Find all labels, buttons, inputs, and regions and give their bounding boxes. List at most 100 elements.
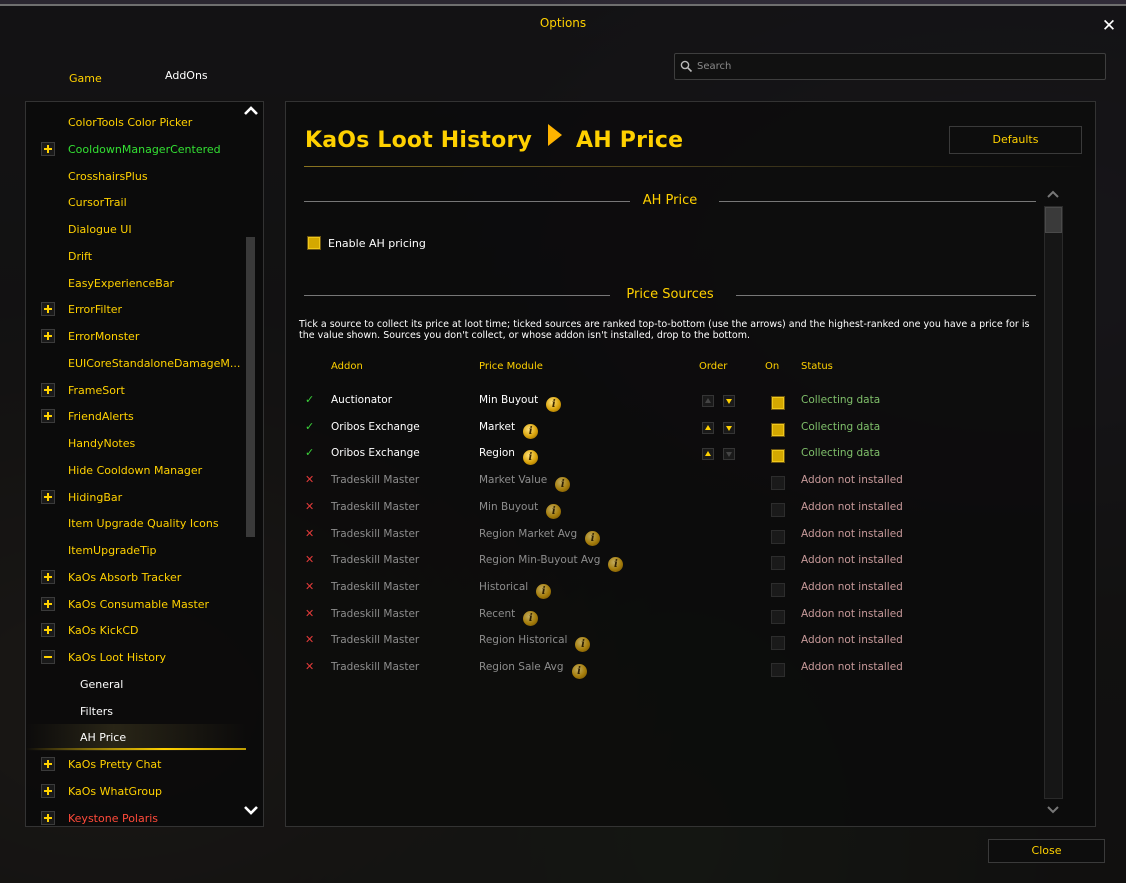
sidebar-item[interactable]: CursorTrail <box>26 189 246 216</box>
info-icon[interactable]: i <box>575 637 591 653</box>
sidebar-item[interactable]: ColorTools Color Picker <box>26 109 246 136</box>
enable-ah-pricing-checkbox[interactable] <box>307 236 321 250</box>
expand-plus-icon[interactable] <box>41 569 55 584</box>
collapse-minus-icon[interactable] <box>41 650 55 664</box>
info-icon[interactable]: i <box>522 450 538 466</box>
price-module-label: Region Historical <box>479 634 568 647</box>
tab-addons[interactable]: AddOns <box>165 69 208 82</box>
info-icon[interactable]: i <box>546 503 562 519</box>
source-enabled-checkbox[interactable] <box>771 422 785 437</box>
sidebar-scrollbar[interactable] <box>246 237 255 537</box>
sidebar-item[interactable]: EUICoreStandaloneDamageM... <box>26 350 246 377</box>
sidebar-item-label: ItemUpgradeTip <box>68 544 157 557</box>
source-enabled-checkbox[interactable] <box>771 556 785 571</box>
expand-plus-icon[interactable] <box>41 409 55 424</box>
sidebar-item[interactable]: General <box>26 671 246 698</box>
panel-scrollbar[interactable] <box>1044 206 1063 799</box>
sidebar-item[interactable]: CrosshairsPlus <box>26 163 246 190</box>
move-down-button[interactable] <box>723 421 735 434</box>
expand-plus-icon[interactable] <box>41 757 55 771</box>
expand-plus-icon[interactable] <box>41 596 55 611</box>
info-icon[interactable]: i <box>555 477 571 493</box>
search-input[interactable] <box>697 56 1097 77</box>
expand-plus-icon[interactable] <box>41 623 55 638</box>
sidebar-item[interactable]: KaOs WhatGroup <box>26 778 246 805</box>
sidebar-item[interactable]: ItemUpgradeTip <box>26 537 246 564</box>
source-enabled-checkbox[interactable] <box>771 396 785 410</box>
sidebar-item[interactable]: Filters <box>26 698 246 725</box>
source-enabled-checkbox[interactable] <box>771 582 785 597</box>
status-text: Collecting data <box>801 447 881 460</box>
sidebar-item[interactable]: FriendAlerts <box>26 403 246 430</box>
move-up-button[interactable] <box>702 395 714 407</box>
sidebar-item[interactable]: ErrorFilter <box>26 296 246 323</box>
info-icon[interactable]: i <box>546 397 562 412</box>
source-enabled-checkbox[interactable] <box>771 663 785 677</box>
source-enabled-checkbox[interactable] <box>771 449 785 464</box>
expand-plus-icon[interactable] <box>41 783 55 798</box>
sidebar-item[interactable]: KaOs Loot History <box>26 644 246 671</box>
source-enabled-checkbox[interactable] <box>771 476 785 491</box>
sidebar-item[interactable]: Item Upgrade Quality Icons <box>26 510 246 537</box>
search-box[interactable] <box>674 53 1106 80</box>
sidebar-item-label: General <box>80 677 124 691</box>
chevron-down-icon[interactable] <box>242 802 260 818</box>
sidebar-item-label: ColorTools Color Picker <box>68 116 193 129</box>
defaults-button[interactable]: Defaults <box>949 126 1082 154</box>
move-down-button[interactable] <box>723 448 735 461</box>
price-module: Historical i <box>479 581 552 599</box>
chevron-down-icon[interactable] <box>1044 802 1062 816</box>
addon-list-sidebar: ColorTools Color Picker CooldownManagerCe… <box>25 101 264 827</box>
source-enabled-checkbox[interactable] <box>771 502 785 517</box>
info-icon[interactable]: i <box>585 530 601 546</box>
move-down-button[interactable] <box>723 395 735 407</box>
sidebar-item[interactable]: CooldownManagerCentered <box>26 136 246 163</box>
sidebar-item[interactable]: AH Price <box>26 724 246 751</box>
source-enabled-checkbox[interactable] <box>771 529 785 544</box>
sidebar-item[interactable]: Hide Cooldown Manager <box>26 457 246 484</box>
move-up-button[interactable] <box>702 421 714 434</box>
info-icon[interactable]: i <box>523 610 539 626</box>
price-module: Market i <box>479 421 539 439</box>
info-icon[interactable]: i <box>608 557 624 573</box>
sidebar-item-label: FriendAlerts <box>68 410 134 424</box>
sidebar-item[interactable]: EasyExperienceBar <box>26 270 246 297</box>
expand-plus-icon[interactable] <box>41 302 55 317</box>
arrow-down-icon <box>726 399 732 404</box>
status-text: Addon not installed <box>801 474 903 487</box>
close-icon[interactable]: ✕ <box>1100 17 1118 35</box>
sidebar-item[interactable]: KaOs Consumable Master <box>26 591 246 618</box>
sidebar-item[interactable]: Keystone Polaris <box>26 805 246 832</box>
table-row: ✓ Auctionator Min Buyout i Collecting data <box>286 393 1046 419</box>
sidebar-item[interactable]: HidingBar <box>26 484 246 511</box>
sidebar-item[interactable]: FrameSort <box>26 377 246 404</box>
info-icon[interactable]: i <box>523 423 539 439</box>
column-header-addon: Addon <box>331 361 363 372</box>
sidebar-item[interactable]: Drift <box>26 243 246 270</box>
expand-plus-icon[interactable] <box>41 141 55 156</box>
expand-plus-icon[interactable] <box>41 329 55 343</box>
source-enabled-checkbox[interactable] <box>771 609 785 624</box>
sidebar-item[interactable]: KaOs Pretty Chat <box>26 751 246 778</box>
info-icon[interactable]: i <box>571 664 587 679</box>
cross-icon: ✕ <box>305 526 315 540</box>
sidebar-item[interactable]: ErrorMonster <box>26 323 246 350</box>
expand-plus-icon[interactable] <box>41 382 55 397</box>
source-enabled-checkbox[interactable] <box>771 636 785 651</box>
expand-plus-icon[interactable] <box>41 810 55 825</box>
move-up-button[interactable] <box>702 448 714 461</box>
breadcrumb-parent[interactable]: KaOs Loot History <box>305 128 532 153</box>
cross-icon: ✕ <box>305 606 315 620</box>
expand-plus-icon[interactable] <box>41 489 55 504</box>
enable-ah-pricing-label: Enable AH pricing <box>328 237 426 250</box>
sidebar-item[interactable]: KaOs Absorb Tracker <box>26 564 246 591</box>
sidebar-item[interactable]: KaOs KickCD <box>26 617 246 644</box>
scrollbar-thumb[interactable] <box>1045 207 1062 233</box>
sidebar-item[interactable]: Dialogue UI <box>26 216 246 243</box>
sidebar-item[interactable]: HandyNotes <box>26 430 246 457</box>
tab-game[interactable]: Game <box>69 72 102 85</box>
info-icon[interactable]: i <box>536 583 552 599</box>
close-button[interactable]: Close <box>988 839 1105 863</box>
chevron-up-icon[interactable] <box>1044 187 1062 201</box>
table-row: ✕ Tradeskill Master Region Sale Avg i Addon … <box>286 660 1046 686</box>
